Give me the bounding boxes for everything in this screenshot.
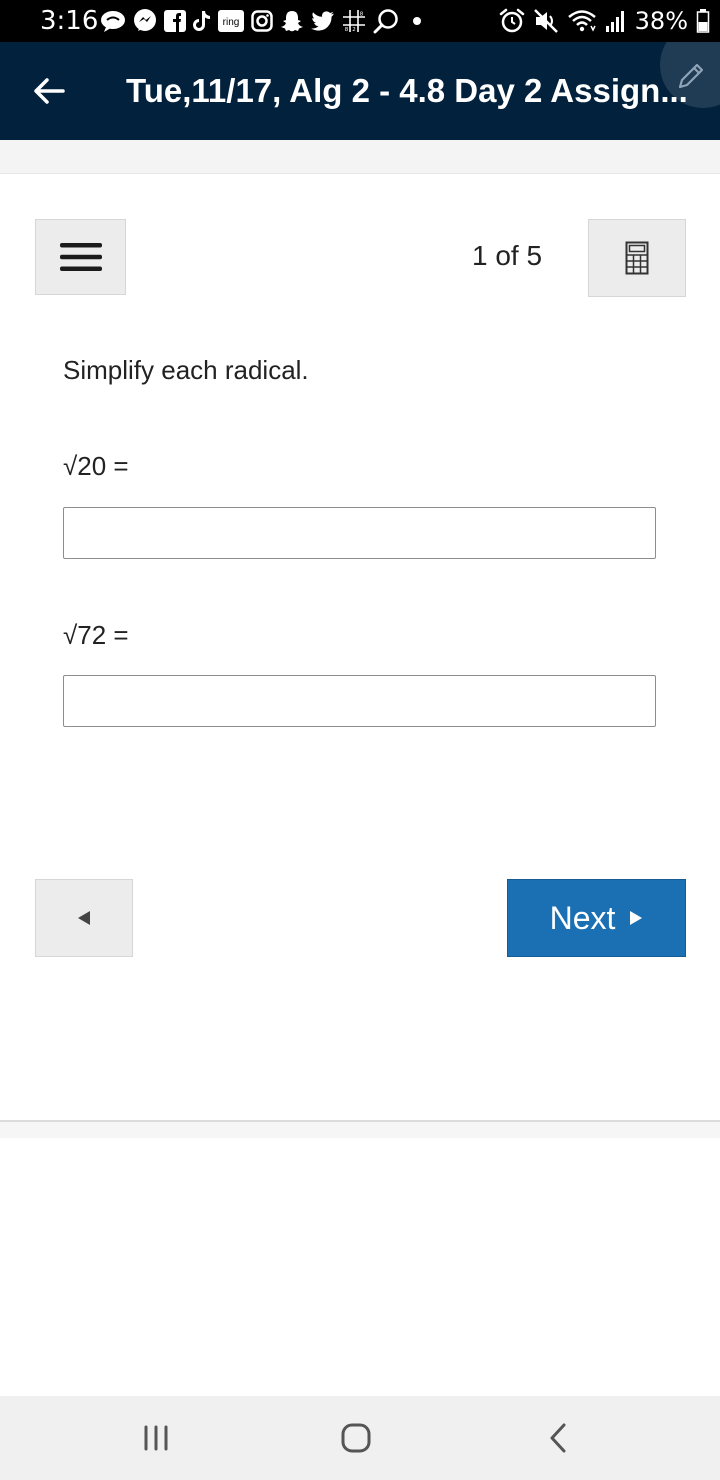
next-button[interactable]: Next	[507, 879, 686, 957]
twitter-icon	[311, 11, 334, 31]
recent-apps-icon	[144, 1425, 168, 1451]
tic-tac-toe-icon: 8 8 2	[343, 10, 365, 33]
tiktok-icon	[193, 11, 210, 31]
facebook-icon	[164, 10, 186, 32]
recent-apps-button[interactable]	[136, 1418, 176, 1458]
back-button[interactable]	[22, 64, 76, 118]
chat-bubble-icon	[101, 11, 125, 32]
svg-text:8: 8	[360, 12, 364, 18]
answer-input-1[interactable]	[63, 507, 656, 559]
search-icon	[373, 9, 398, 34]
battery-icon	[696, 9, 710, 33]
notification-icons: ring 8 8 2	[100, 8, 428, 34]
question-card: 1 of 5 Simplify each radical. √20 = √72 …	[0, 174, 720, 1122]
dot-icon	[413, 17, 421, 25]
wifi-icon	[567, 10, 596, 32]
next-button-label: Next	[549, 900, 616, 936]
app-header: Tue,11/17, Alg 2 - 4.8 Day 2 Assign...	[0, 42, 720, 140]
status-bar: 3:16 ring 8 8 2 38%	[0, 0, 720, 42]
signal-icon	[605, 11, 624, 32]
hamburger-menu-icon	[59, 243, 102, 271]
system-navigation-bar	[0, 1396, 720, 1480]
calculator-icon	[625, 241, 649, 275]
instagram-icon	[251, 10, 273, 32]
svg-text:ring: ring	[223, 17, 240, 28]
messenger-icon	[134, 9, 156, 31]
triangle-left-icon	[78, 911, 90, 925]
mute-icon	[533, 9, 558, 33]
svg-text:8: 8	[345, 27, 349, 33]
triangle-right-icon	[630, 911, 643, 925]
card-bottom-shadow	[0, 1122, 720, 1138]
snapchat-icon	[281, 11, 303, 32]
question-label-2: √72 =	[63, 620, 129, 650]
system-icons: 38%	[499, 4, 710, 38]
arrow-left-icon	[34, 78, 65, 104]
page-title: Tue,11/17, Alg 2 - 4.8 Day 2 Assign...	[126, 72, 688, 109]
page-counter: 1 of 5	[471, 240, 543, 271]
system-back-button[interactable]	[538, 1418, 578, 1458]
alarm-icon	[499, 8, 524, 33]
menu-button[interactable]	[35, 219, 126, 295]
status-time: 3:16	[40, 6, 99, 36]
chevron-left-icon	[550, 1423, 566, 1453]
battery-percent: 38%	[634, 7, 688, 35]
answer-input-2[interactable]	[63, 675, 656, 727]
home-icon	[341, 1423, 371, 1453]
calculator-button[interactable]	[588, 219, 686, 297]
header-shadow-strip	[0, 140, 720, 174]
svg-text:2: 2	[352, 27, 356, 33]
question-label-1: √20 =	[63, 451, 129, 481]
ring-icon: ring	[218, 10, 244, 32]
question-instructions: Simplify each radical.	[63, 355, 309, 385]
previous-button[interactable]	[35, 879, 133, 957]
pencil-icon	[678, 63, 704, 89]
home-button[interactable]	[336, 1418, 376, 1458]
